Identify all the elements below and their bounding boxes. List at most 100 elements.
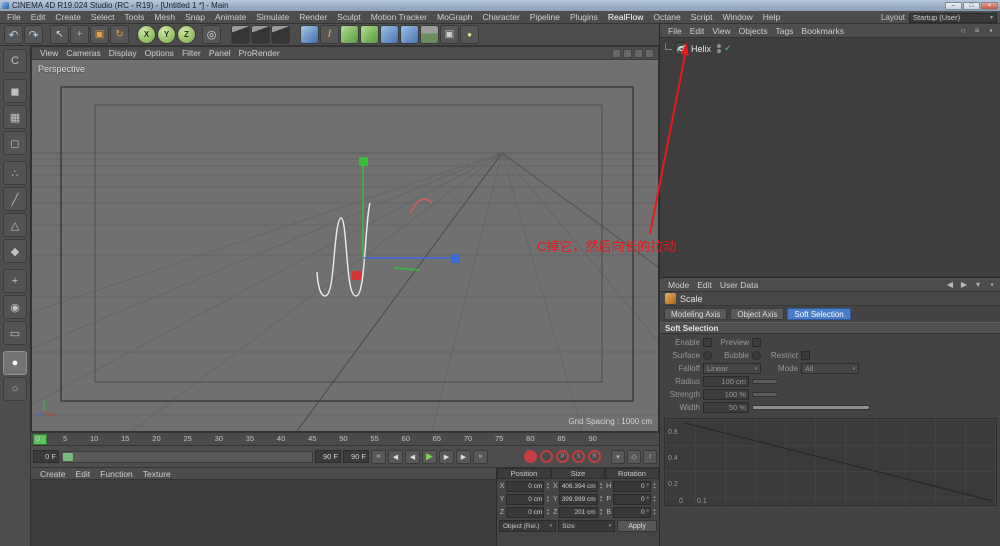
- layout-select[interactable]: Startup (User): [909, 12, 997, 23]
- stepper-icon[interactable]: [652, 508, 657, 516]
- strength-slider[interactable]: [752, 392, 778, 397]
- current-frame-field[interactable]: 0 F: [33, 450, 59, 463]
- stepper-icon[interactable]: [652, 482, 657, 490]
- materials-menu-item[interactable]: Create: [35, 469, 71, 479]
- maximize-button[interactable]: □: [963, 1, 980, 10]
- points-mode-icon[interactable]: ∴: [3, 161, 27, 185]
- menu-item[interactable]: Plugins: [565, 12, 603, 22]
- minimize-button[interactable]: –: [945, 1, 962, 10]
- spline-pen-button[interactable]: /: [320, 25, 339, 44]
- render-settings-button[interactable]: [271, 25, 290, 44]
- coordinate-mode-dropdown[interactable]: Object (Rel.): [499, 520, 557, 532]
- width-slider[interactable]: [752, 405, 870, 410]
- light-button[interactable]: ●: [460, 25, 479, 44]
- position-field[interactable]: 0 cm: [506, 480, 545, 492]
- x-axis-handle[interactable]: [451, 254, 460, 263]
- next-key-button[interactable]: ▶: [456, 449, 471, 464]
- apply-button[interactable]: Apply: [617, 520, 657, 532]
- edges-mode-icon[interactable]: ╱: [3, 187, 27, 211]
- frame-range-slider[interactable]: [61, 450, 313, 463]
- workplane-icon[interactable]: ▭: [3, 321, 27, 345]
- keyframe-selection-icon[interactable]: ▾: [611, 449, 625, 464]
- rotation-band[interactable]: [409, 198, 433, 214]
- simulate-button[interactable]: [400, 25, 419, 44]
- object-manager-menu-item[interactable]: Edit: [686, 26, 709, 36]
- visibility-dots-icon[interactable]: [717, 44, 722, 53]
- stepper-icon[interactable]: [599, 482, 604, 490]
- goto-end-button[interactable]: »: [473, 449, 488, 464]
- tweak-mode-icon[interactable]: ◆: [3, 239, 27, 263]
- generators-button[interactable]: [360, 25, 379, 44]
- surface-radio[interactable]: [703, 351, 712, 360]
- range-thumb[interactable]: [63, 452, 73, 461]
- viewport-menu-item[interactable]: View: [36, 48, 62, 58]
- menu-item[interactable]: Mesh: [149, 12, 180, 22]
- live-selection-icon[interactable]: ↖: [50, 25, 69, 44]
- bubble-radio[interactable]: [752, 351, 761, 360]
- soft-selection-section-header[interactable]: Soft Selection: [660, 322, 1000, 334]
- viewport-menu-item[interactable]: ProRender: [235, 48, 284, 58]
- end-frame-field[interactable]: 90 F: [343, 450, 369, 463]
- object-manager-menu-item[interactable]: File: [664, 26, 686, 36]
- size-field[interactable]: 399.999 cm: [559, 493, 598, 505]
- radius-field[interactable]: 100 cm: [703, 376, 749, 387]
- falloff-curve-graph[interactable]: 0.8 0.4 0.2 0 0.1: [664, 418, 997, 506]
- stepper-icon[interactable]: [545, 495, 550, 503]
- menu-item[interactable]: RealFlow: [603, 12, 648, 22]
- prev-frame-button[interactable]: ◀: [405, 449, 420, 464]
- render-picture-viewer-button[interactable]: [251, 25, 270, 44]
- close-button[interactable]: ×: [981, 1, 998, 10]
- size-field[interactable]: 406.394 cm: [559, 480, 598, 492]
- object-manager-menu-item[interactable]: Bookmarks: [797, 26, 848, 36]
- menu-item[interactable]: Edit: [26, 12, 51, 22]
- materials-menu-item[interactable]: Texture: [138, 469, 176, 479]
- cloth-button[interactable]: [380, 25, 399, 44]
- redo-icon[interactable]: ↷: [24, 25, 43, 44]
- tab-object-axis[interactable]: Object Axis: [730, 308, 785, 320]
- prev-key-button[interactable]: ◀: [388, 449, 403, 464]
- menu-item[interactable]: Motion Tracker: [366, 12, 432, 22]
- scale-tool-icon[interactable]: ▣: [90, 25, 109, 44]
- menu-item[interactable]: MoGraph: [432, 12, 477, 22]
- enable-checkbox[interactable]: [703, 338, 712, 347]
- goto-start-button[interactable]: «: [371, 449, 386, 464]
- strength-field[interactable]: 100 %: [703, 389, 749, 400]
- subdivision-surface-button[interactable]: [340, 25, 359, 44]
- filter-icon[interactable]: ≡: [972, 26, 982, 36]
- viewport-perspective-label[interactable]: Perspective: [38, 64, 85, 74]
- make-editable-icon[interactable]: C: [3, 49, 27, 73]
- menu-item[interactable]: Create: [50, 12, 86, 22]
- enabled-check-icon[interactable]: ✓: [724, 43, 732, 54]
- position-field[interactable]: 0 cm: [506, 493, 545, 505]
- viewport-menu-item[interactable]: Cameras: [62, 48, 104, 58]
- menu-item[interactable]: File: [2, 12, 26, 22]
- stepper-icon[interactable]: [545, 482, 550, 490]
- width-field[interactable]: 50 %: [703, 402, 749, 413]
- menu-item[interactable]: Snap: [180, 12, 210, 22]
- record-scale-toggle[interactable]: S: [572, 450, 585, 463]
- tab-soft-selection[interactable]: Soft Selection: [787, 308, 851, 320]
- render-view-button[interactable]: [231, 25, 250, 44]
- origin-handle[interactable]: [352, 271, 361, 280]
- stepper-icon[interactable]: [599, 495, 604, 503]
- next-frame-button[interactable]: ▶: [439, 449, 454, 464]
- viewport-menu-item[interactable]: Filter: [178, 48, 205, 58]
- record-position-toggle[interactable]: P: [556, 450, 569, 463]
- object-manager-menu-item[interactable]: Objects: [735, 26, 772, 36]
- autokey-button[interactable]: [540, 450, 553, 463]
- record-rotation-toggle[interactable]: R: [588, 450, 601, 463]
- menu-item[interactable]: Character: [477, 12, 524, 22]
- camera-button[interactable]: ▣: [440, 25, 459, 44]
- workplane-mode-icon[interactable]: ◻: [3, 131, 27, 155]
- rotation-field[interactable]: 0 °: [612, 493, 651, 505]
- materials-menu-item[interactable]: Edit: [71, 469, 96, 479]
- materials-menu-item[interactable]: Function: [95, 469, 138, 479]
- viewport-canvas[interactable]: Perspective Grid Spacing : 1000 cm: [32, 60, 658, 431]
- object-name[interactable]: Helix: [691, 44, 711, 54]
- viewport-menu-item[interactable]: Panel: [205, 48, 235, 58]
- switch-view-icon[interactable]: [645, 48, 654, 58]
- forward-icon[interactable]: ▶: [959, 280, 969, 290]
- texture-mode-icon[interactable]: ▦: [3, 105, 27, 129]
- back-icon[interactable]: ◀: [945, 280, 955, 290]
- z-axis-lock-button[interactable]: Z: [177, 25, 196, 44]
